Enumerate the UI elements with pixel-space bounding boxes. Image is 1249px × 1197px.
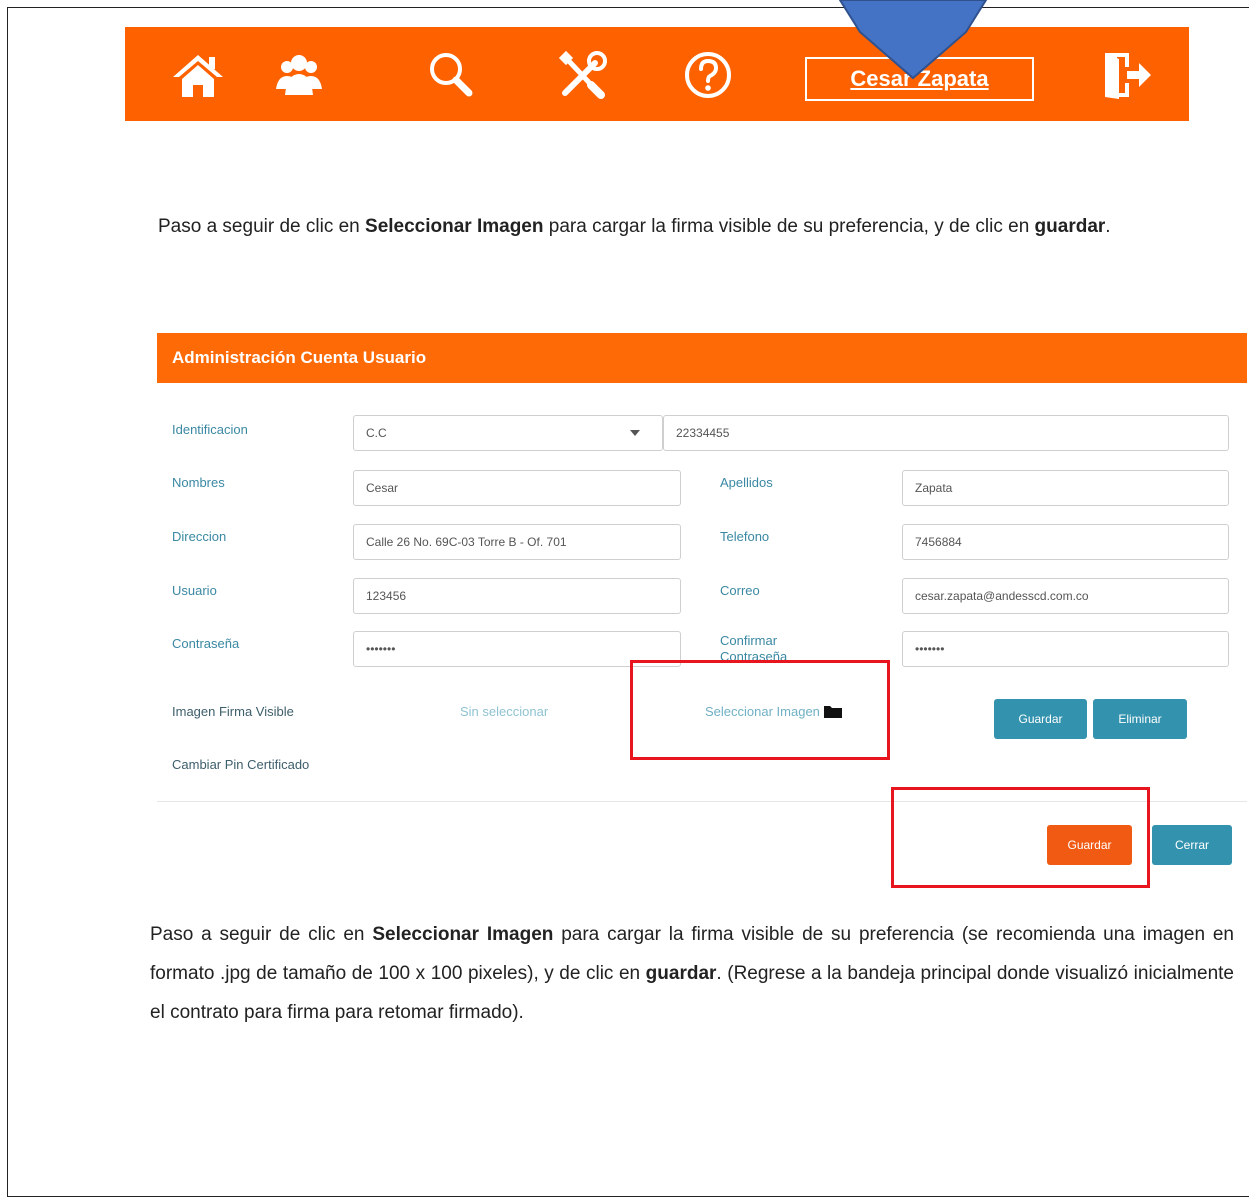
guardar-firma-button[interactable]: Guardar (994, 699, 1087, 739)
usuario-input[interactable]: 123456 (353, 578, 681, 614)
firma-status-text: Sin seleccionar (460, 704, 549, 719)
cerrar-button[interactable]: Cerrar (1152, 825, 1232, 865)
search-icon[interactable] (425, 49, 479, 101)
id-type-value: C.C (366, 426, 387, 440)
label-nombres: Nombres (172, 475, 225, 490)
users-icon[interactable] (272, 49, 326, 101)
eliminar-button[interactable]: Eliminar (1093, 699, 1187, 739)
tools-icon[interactable] (555, 49, 609, 101)
nombres-input[interactable]: Cesar (353, 470, 681, 506)
highlight-seleccionar-imagen (630, 660, 890, 760)
instruction-paragraph-2: Paso a seguir de clic en Seleccionar Ima… (150, 924, 1234, 1023)
callout-arrow (838, 0, 988, 80)
home-icon[interactable] (171, 49, 225, 101)
confirmar-contrasena-input[interactable]: ••••••• (902, 631, 1229, 667)
label-direccion: Direccion (172, 529, 227, 544)
correo-input[interactable]: cesar.zapata@andesscd.com.co (902, 578, 1229, 614)
logout-icon[interactable] (1101, 49, 1155, 101)
direccion-input[interactable]: Calle 26 No. 69C-03 Torre B - Of. 701 (353, 524, 681, 560)
label-correo: Correo (720, 583, 760, 598)
label-contrasena: Contraseña (172, 636, 240, 651)
instruction-paragraph-1: Paso a seguir de clic en Seleccionar Ima… (158, 216, 1111, 237)
chevron-down-icon (630, 430, 640, 436)
top-nav-bar: Cesar Zapata (125, 27, 1189, 121)
label-telefono: Telefono (720, 529, 770, 544)
help-icon[interactable] (681, 49, 735, 101)
label-apellidos: Apellidos (720, 475, 773, 490)
telefono-input[interactable]: 7456884 (902, 524, 1229, 560)
label-usuario: Usuario (172, 583, 217, 598)
cambiar-pin-link[interactable]: Cambiar Pin Certificado (172, 757, 309, 772)
label-imagen-firma: Imagen Firma Visible (172, 704, 294, 719)
apellidos-input[interactable]: Zapata (902, 470, 1229, 506)
highlight-guardar (891, 787, 1150, 888)
id-type-select[interactable]: C.C (353, 415, 663, 451)
label-identificacion: Identificacion (172, 422, 248, 437)
id-number-input[interactable]: 22334455 (663, 415, 1229, 451)
panel-title: Administración Cuenta Usuario (157, 333, 1247, 383)
